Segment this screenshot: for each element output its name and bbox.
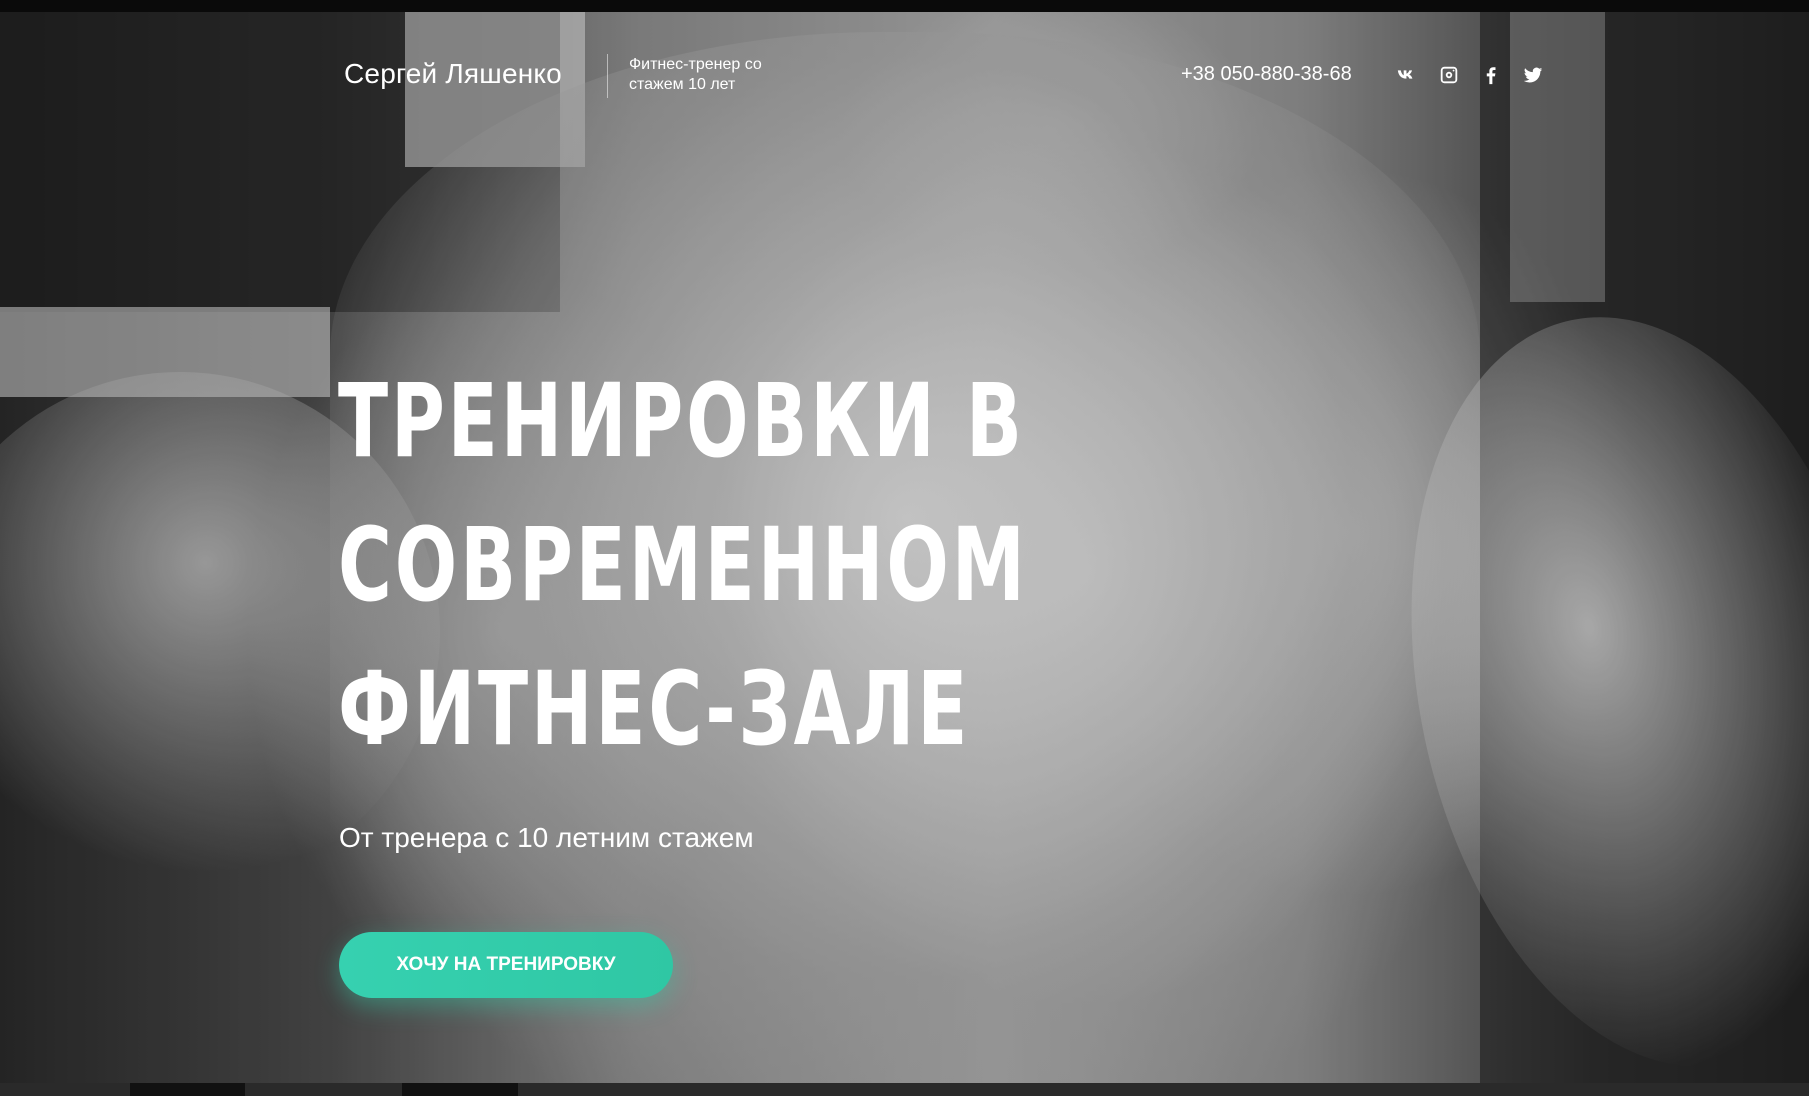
twitter-icon[interactable] — [1520, 62, 1546, 88]
bottom-strip — [0, 1083, 1809, 1096]
brand-name[interactable]: Сергей Ляшенко — [344, 58, 562, 90]
headline-line-3: ФИТНЕС-ЗАЛЕ — [338, 650, 971, 769]
headline-line-1: ТРЕНИРОВКИ В — [338, 362, 1025, 481]
instagram-icon[interactable] — [1436, 62, 1462, 88]
hero-headline: ТРЕНИРОВКИ В СОВРЕМЕННОМ ФИТНЕС-ЗАЛЕ — [338, 350, 1028, 782]
phone-number[interactable]: +38 050-880-38-68 — [1181, 63, 1352, 86]
hero-subtitle: От тренера с 10 летним стажем — [339, 822, 754, 853]
top-strip — [0, 0, 1809, 12]
brand-divider — [607, 54, 608, 98]
bottom-strip-segment — [130, 1083, 245, 1096]
bottom-strip-segment — [402, 1083, 518, 1096]
tagline: Фитнес-тренер со стажем 10 лет — [629, 56, 762, 93]
vk-icon[interactable] — [1394, 62, 1420, 88]
facebook-icon[interactable] — [1478, 62, 1504, 88]
cta-training-button[interactable]: ХОЧУ НА ТРЕНИРОВКУ — [339, 932, 673, 998]
headline-line-2: СОВРЕМЕННОМ — [338, 506, 1028, 625]
